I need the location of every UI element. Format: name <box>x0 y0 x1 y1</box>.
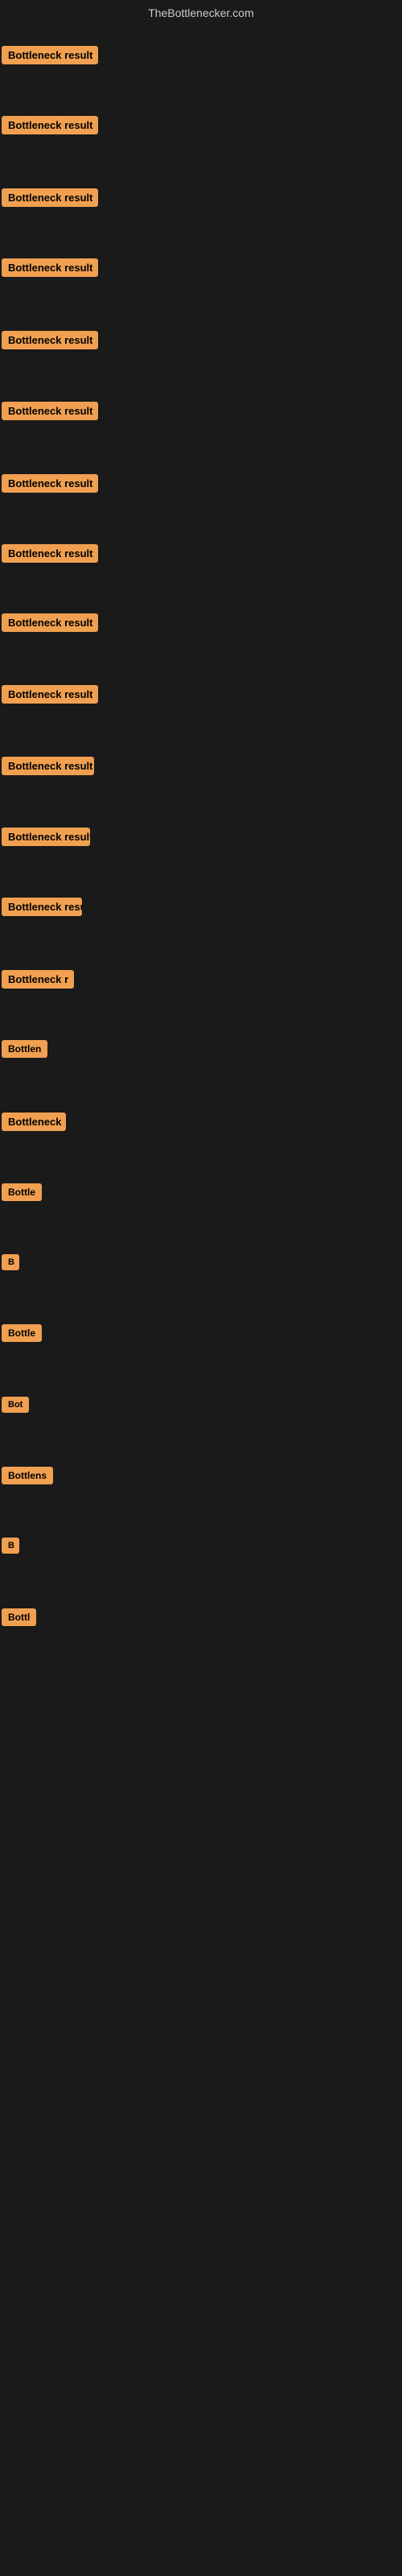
bottleneck-badge-10[interactable]: Bottleneck result <box>2 685 98 704</box>
result-row-16: Bottlen <box>2 1040 47 1062</box>
result-row-17: Bottleneck <box>2 1113 66 1135</box>
bottleneck-badge-23[interactable]: B <box>2 1538 19 1554</box>
bottleneck-badge-20[interactable]: Bottle <box>2 1324 42 1342</box>
bottleneck-badge-24[interactable]: Bottl <box>2 1608 36 1626</box>
bottleneck-badge-1[interactable]: Bottleneck result <box>2 46 98 64</box>
bottleneck-badge-19[interactable]: B <box>2 1254 19 1270</box>
bottleneck-badge-14[interactable]: Bottleneck resu <box>2 898 82 916</box>
result-row-22: Bottlens <box>2 1467 53 1488</box>
bottleneck-badge-5[interactable]: Bottleneck result <box>2 331 98 349</box>
result-row-8: Bottleneck result <box>2 544 98 567</box>
result-row-2: Bottleneck result <box>2 116 98 138</box>
result-row-18: Bottle <box>2 1183 42 1205</box>
bottleneck-badge-4[interactable]: Bottleneck result <box>2 258 98 277</box>
bottleneck-badge-8[interactable]: Bottleneck result <box>2 544 98 563</box>
bottleneck-badge-3[interactable]: Bottleneck result <box>2 188 98 207</box>
result-row-21: Bot <box>2 1397 29 1417</box>
bottleneck-badge-13[interactable]: Bottleneck resu <box>2 828 86 846</box>
bottleneck-badge-11[interactable]: Bottleneck result <box>2 757 94 775</box>
result-row-15: Bottleneck r <box>2 970 74 993</box>
site-title: TheBottlenecker.com <box>0 0 402 26</box>
bottleneck-badge-15[interactable]: Bottleneck r <box>2 970 74 989</box>
result-row-13: Bottleneck resu <box>2 828 86 850</box>
bottleneck-badge-18[interactable]: Bottle <box>2 1183 42 1201</box>
result-row-19: B <box>2 1254 19 1274</box>
result-row-3: Bottleneck result <box>2 188 98 211</box>
result-row-1: Bottleneck result <box>2 46 98 68</box>
bottleneck-badge-17[interactable]: Bottleneck <box>2 1113 66 1131</box>
bottleneck-badge-16[interactable]: Bottlen <box>2 1040 47 1058</box>
result-row-4: Bottleneck result <box>2 258 98 281</box>
bottleneck-badge-2[interactable]: Bottleneck result <box>2 116 98 134</box>
bottleneck-badge-7[interactable]: Bottleneck result <box>2 474 98 493</box>
result-row-23: B <box>2 1538 19 1558</box>
bottleneck-badge-21[interactable]: Bot <box>2 1397 29 1413</box>
result-row-7: Bottleneck result <box>2 474 98 497</box>
page-wrapper: TheBottlenecker.com Bottleneck result Bot… <box>0 0 402 2576</box>
bottleneck-badge-6[interactable]: Bottleneck result <box>2 402 98 420</box>
result-row-5: Bottleneck result <box>2 331 98 353</box>
result-row-24: Bottl <box>2 1608 36 1630</box>
result-row-10: Bottleneck result <box>2 685 98 708</box>
result-row-11: Bottleneck result <box>2 757 94 779</box>
result-row-20: Bottle <box>2 1324 42 1346</box>
result-row-6: Bottleneck result <box>2 402 98 424</box>
bottleneck-badge-22[interactable]: Bottlens <box>2 1467 53 1484</box>
bottleneck-badge-9[interactable]: Bottleneck result <box>2 613 98 632</box>
result-row-14: Bottleneck resu <box>2 898 82 920</box>
result-row-9: Bottleneck result <box>2 613 98 636</box>
